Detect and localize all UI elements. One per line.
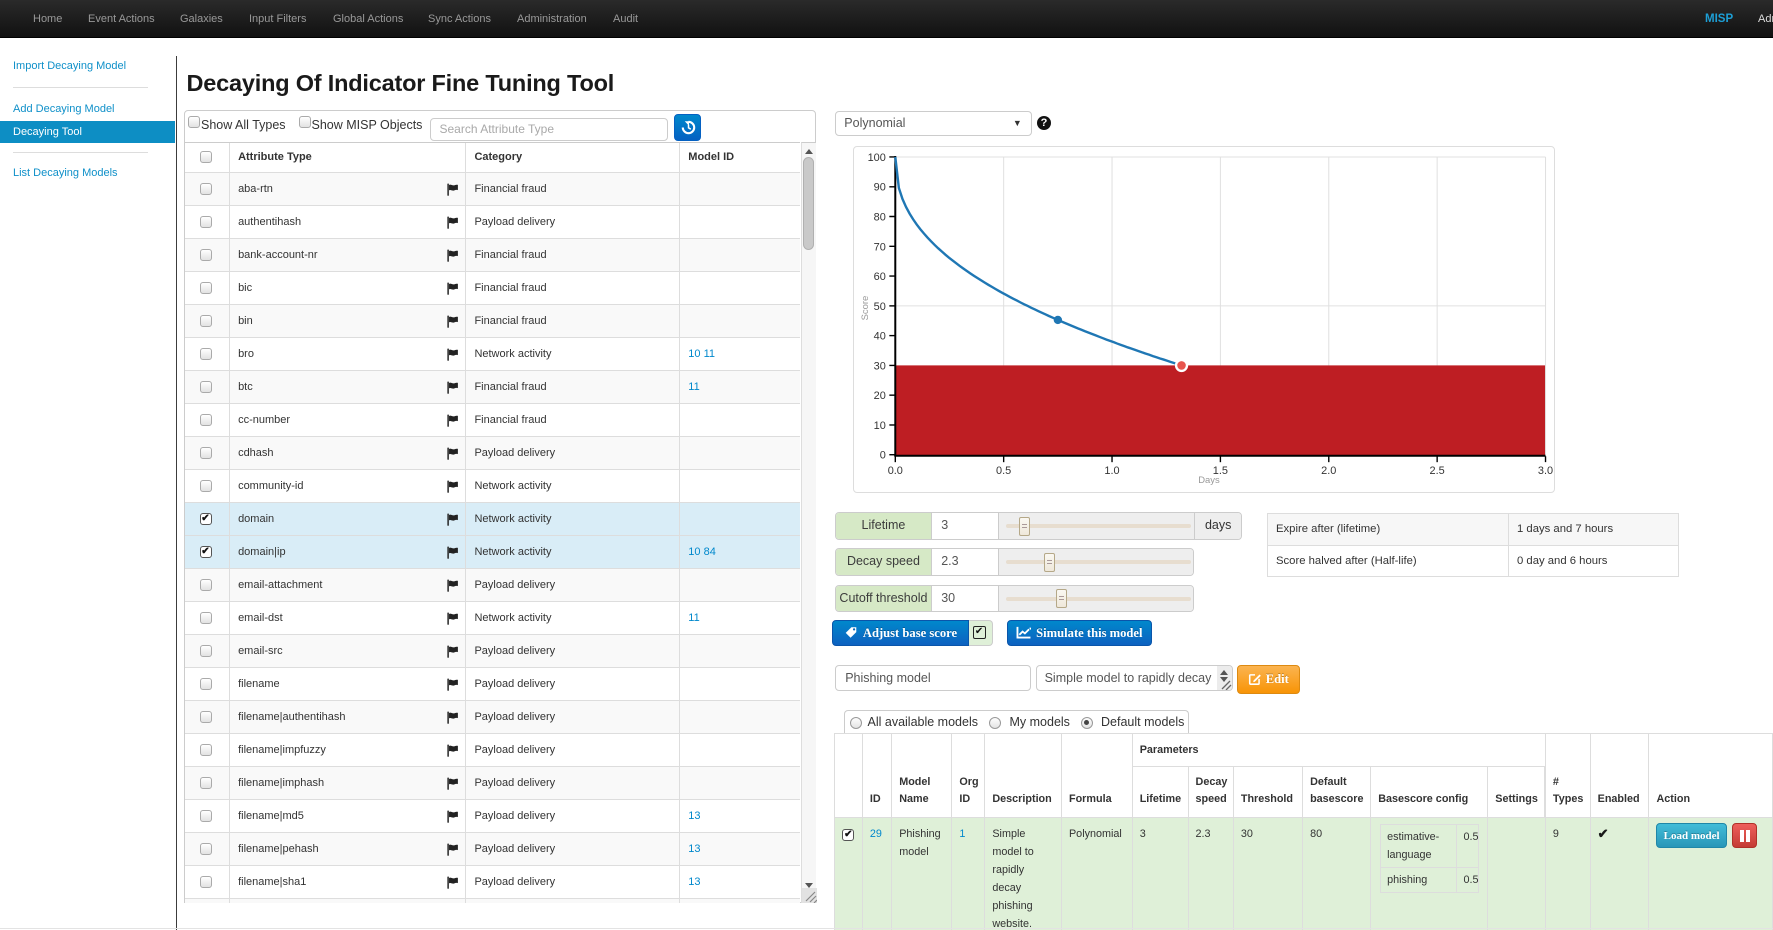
svg-text:10: 10 — [873, 420, 885, 432]
svg-text:0.0: 0.0 — [887, 465, 902, 477]
svg-text:0.5: 0.5 — [996, 465, 1011, 477]
svg-text:Days: Days — [1198, 475, 1220, 486]
svg-text:3.0: 3.0 — [1537, 465, 1552, 477]
svg-text:40: 40 — [873, 331, 885, 343]
svg-text:80: 80 — [873, 211, 885, 223]
svg-text:2.0: 2.0 — [1321, 465, 1336, 477]
svg-text:60: 60 — [873, 271, 885, 283]
svg-text:1.0: 1.0 — [1104, 465, 1119, 477]
svg-text:Score: Score — [859, 296, 870, 321]
svg-text:100: 100 — [867, 152, 885, 164]
svg-text:50: 50 — [873, 301, 885, 313]
svg-text:20: 20 — [873, 390, 885, 402]
svg-text:2.5: 2.5 — [1429, 465, 1444, 477]
svg-text:70: 70 — [873, 241, 885, 253]
svg-text:0: 0 — [879, 450, 885, 462]
svg-text:30: 30 — [873, 360, 885, 372]
svg-text:90: 90 — [873, 182, 885, 194]
